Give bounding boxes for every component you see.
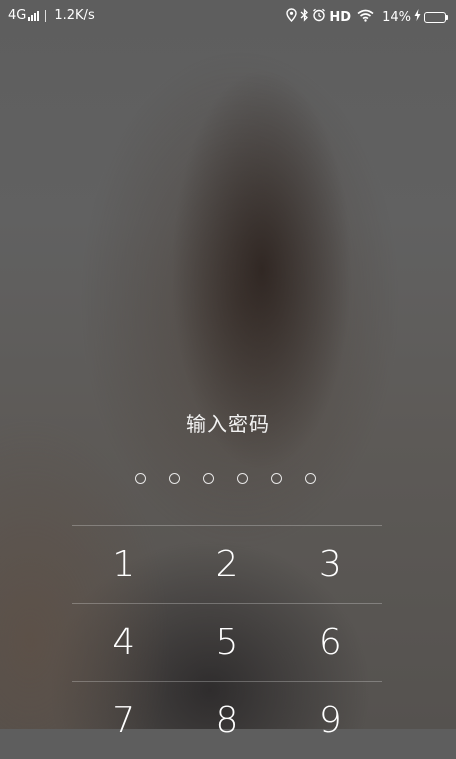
signal-icon — [28, 10, 40, 21]
key-4[interactable]: 4 — [72, 604, 175, 681]
key-5[interactable]: 5 — [175, 604, 278, 681]
network-type: 4G — [8, 8, 27, 23]
location-icon — [286, 8, 298, 26]
enter-passcode-title: 输入密码 — [186, 412, 270, 436]
keypad-row: 789 — [72, 681, 382, 759]
key-9[interactable]: 9 — [279, 682, 382, 759]
passcode-dot — [169, 473, 180, 484]
alarm-icon — [312, 8, 326, 26]
key-6[interactable]: 6 — [279, 604, 382, 681]
passcode-dots — [135, 473, 316, 484]
hd-label: HD — [329, 9, 352, 25]
key-3[interactable]: 3 — [279, 526, 382, 603]
battery-icon — [424, 11, 448, 23]
passcode-dot — [203, 473, 214, 484]
keypad-row: 456 — [72, 603, 382, 681]
passcode-dot — [305, 473, 316, 484]
key-2[interactable]: 2 — [175, 526, 278, 603]
keypad-row: 123 — [72, 525, 382, 603]
charging-icon — [414, 9, 421, 25]
network-speed: 1.2K/s — [54, 8, 95, 23]
wifi-icon — [357, 9, 374, 26]
passcode-dot — [271, 473, 282, 484]
key-7[interactable]: 7 — [72, 682, 175, 759]
battery-percent: 14% — [382, 9, 411, 25]
status-left: 4G 1.2K/s — [8, 8, 95, 23]
divider — [45, 9, 47, 22]
status-right: HD 14% — [286, 8, 448, 26]
key-1[interactable]: 1 — [72, 526, 175, 603]
key-8[interactable]: 8 — [175, 682, 278, 759]
passcode-dot — [237, 473, 248, 484]
status-bar: 4G 1.2K/s HD 14% — [0, 0, 456, 32]
passcode-dot — [135, 473, 146, 484]
numeric-keypad: 123456789 — [72, 525, 382, 759]
bluetooth-icon — [300, 8, 309, 26]
